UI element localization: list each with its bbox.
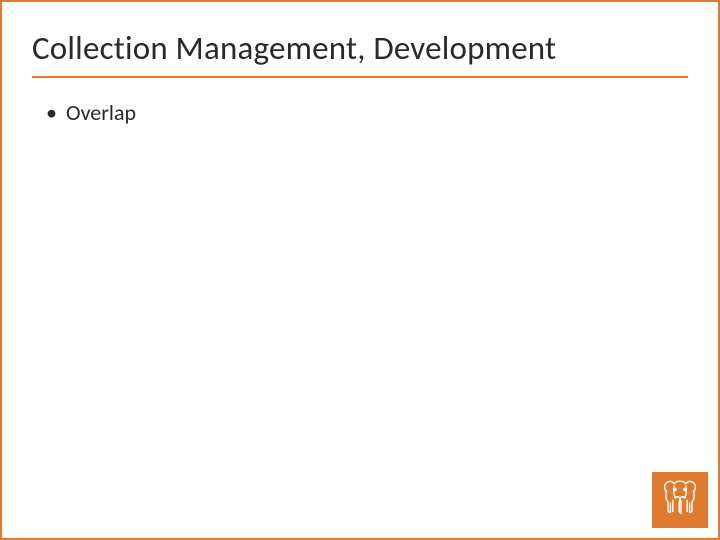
page-title: Collection Management, Development [2, 2, 718, 76]
slide-container: Collection Management, Development Overl… [0, 0, 720, 540]
title-divider [32, 76, 688, 78]
list-item: Overlap [42, 98, 678, 129]
elephant-icon [656, 474, 704, 527]
bullet-list: Overlap [42, 98, 678, 129]
logo-badge [652, 472, 708, 528]
content-area: Overlap [2, 98, 718, 129]
